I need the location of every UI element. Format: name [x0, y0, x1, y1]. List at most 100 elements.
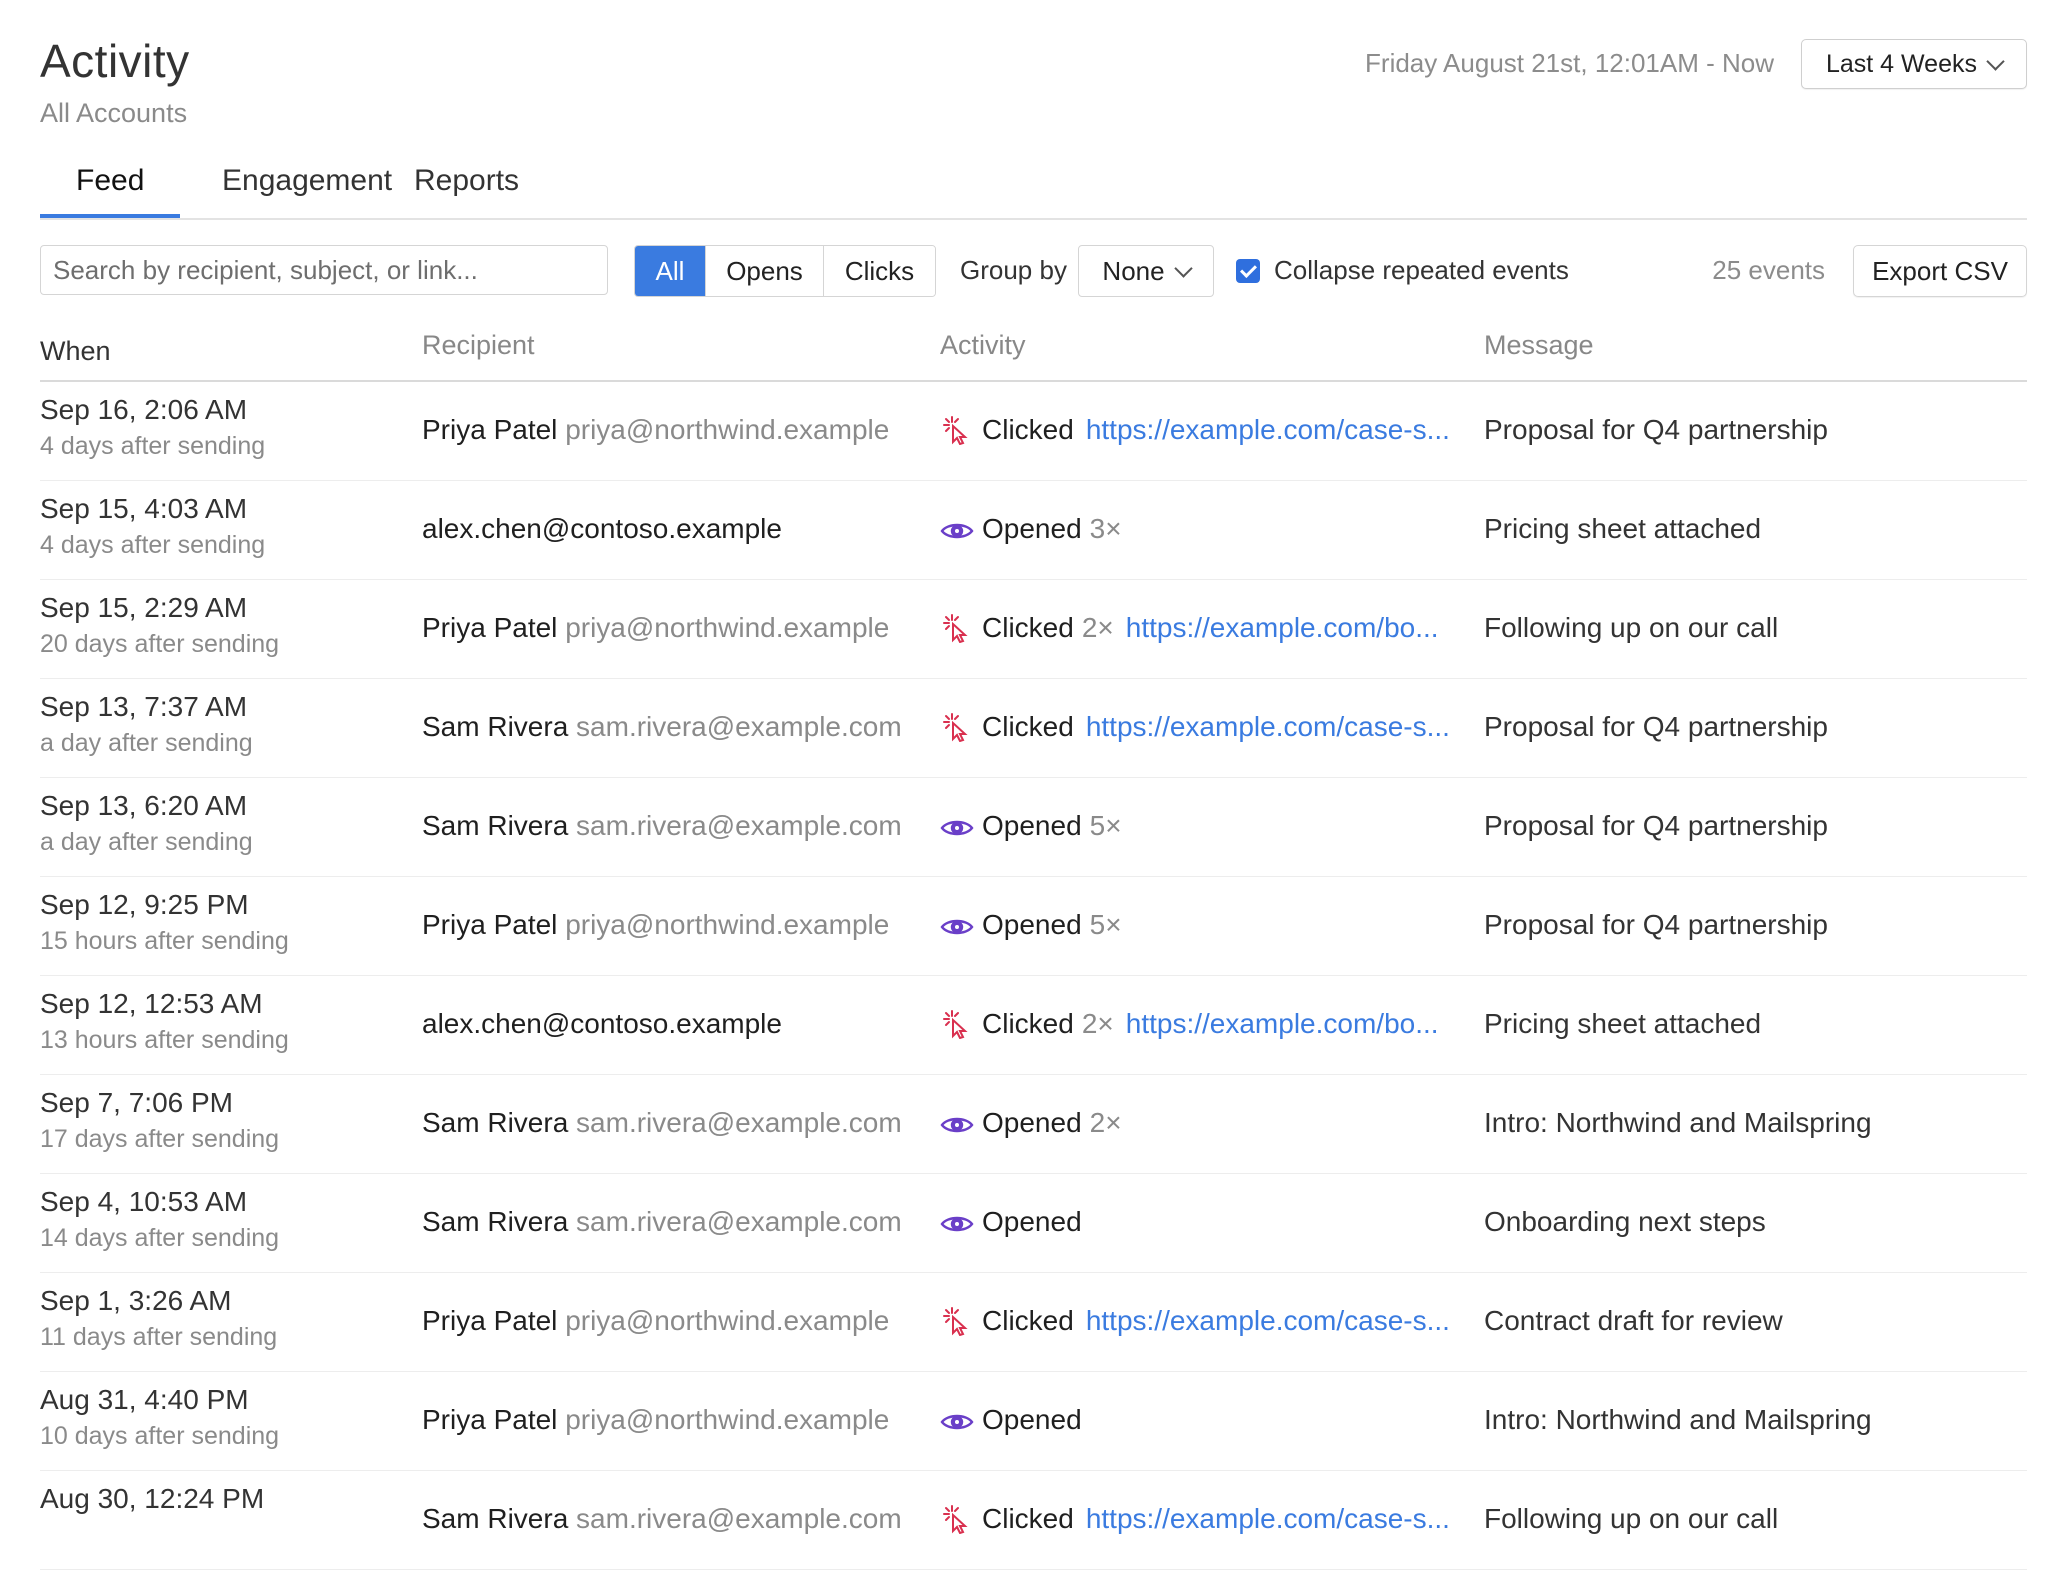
row-when: Aug 30, 12:24 PM — [40, 1483, 265, 1514]
row-time-after-sending: a day after sending — [40, 828, 253, 856]
row-message-subject[interactable]: Proposal for Q4 partnership — [1484, 414, 1828, 446]
table-header: When Recipient Activity Message — [40, 320, 2027, 382]
search-input[interactable] — [40, 245, 608, 295]
row-activity: Clicked https://example.com/case-s... — [940, 1305, 1450, 1337]
recipient-name: Priya Patel — [422, 1404, 558, 1435]
recipient-email: priya@northwind.example — [565, 612, 890, 643]
row-message-subject[interactable]: Pricing sheet attached — [1484, 1008, 1761, 1040]
row-message-subject[interactable]: Proposal for Q4 partnership — [1484, 810, 1828, 842]
row-message-subject[interactable]: Following up on our call — [1484, 612, 1778, 644]
row-activity: Clicked https://example.com/case-s... — [940, 414, 1450, 446]
table-row[interactable]: Aug 31, 4:40 PM 10 days after sending Priy… — [40, 1372, 2027, 1471]
filter-clicks-button[interactable]: Clicks — [823, 246, 935, 296]
recipient-name: Priya Patel — [422, 612, 558, 643]
row-recipient: Priya Patel priya@northwind.example — [422, 1305, 889, 1337]
tab-reports[interactable]: Reports — [378, 162, 555, 216]
group-by-label: Group by — [960, 255, 1067, 285]
filter-all-button[interactable]: All — [635, 246, 705, 296]
activity-type: Clicked — [982, 711, 1074, 742]
row-time-after-sending: 4 days after sending — [40, 531, 266, 559]
recipient-email: sam.rivera@example.com — [576, 711, 902, 742]
row-message-subject[interactable]: Proposal for Q4 partnership — [1484, 711, 1828, 743]
row-message-subject[interactable]: Pricing sheet attached — [1484, 513, 1761, 545]
row-message-subject[interactable]: Proposal for Q4 partnership — [1484, 909, 1828, 941]
recipient-email: alex.chen@contoso.example — [422, 1008, 782, 1039]
recipient-name: Sam Rivera — [422, 1107, 569, 1138]
column-header-activity[interactable]: Activity — [940, 330, 1026, 361]
date-range-dropdown-label: Last 4 Weeks — [1825, 49, 1977, 78]
activity-count: 5× — [1089, 810, 1122, 841]
column-header-when[interactable]: When — [40, 336, 111, 367]
row-message-subject[interactable]: Contract draft for review — [1484, 1305, 1783, 1337]
collapse-repeated-checkbox[interactable] — [1236, 259, 1260, 283]
row-when: Sep 15, 4:03 AM — [40, 493, 248, 524]
activity-count: 5× — [1089, 909, 1122, 940]
cursor-click-icon — [940, 613, 974, 644]
recipient-email: priya@northwind.example — [565, 1404, 890, 1435]
table-row[interactable]: Sep 7, 7:06 PM 17 days after sending Sam R… — [40, 1075, 2027, 1174]
activity-type: Opened — [982, 810, 1082, 841]
row-time-after-sending: a day after sending — [40, 729, 253, 757]
group-by-select[interactable]: None — [1078, 245, 1214, 297]
row-recipient: Priya Patel priya@northwind.example — [422, 909, 889, 941]
clicked-link[interactable]: https://example.com/case-s... — [1086, 711, 1450, 743]
recipient-name: Priya Patel — [422, 1305, 558, 1336]
event-count: 25 events — [1712, 255, 1825, 285]
table-row[interactable]: Sep 1, 3:26 AM 11 days after sending Priya… — [40, 1273, 2027, 1372]
row-message-subject[interactable]: Onboarding next steps — [1484, 1206, 1766, 1238]
recipient-email: sam.rivera@example.com — [576, 810, 902, 841]
row-when: Sep 15, 2:29 AM — [40, 592, 248, 623]
page-title: Activity — [40, 35, 190, 87]
filter-segmented-control: All Opens Clicks — [634, 245, 936, 297]
activity-count: 2× — [1081, 612, 1114, 643]
row-when: Sep 16, 2:06 AM — [40, 394, 248, 425]
activity-type: Opened — [982, 909, 1082, 940]
table-row[interactable]: Sep 13, 7:37 AM a day after sending Sam Ri… — [40, 679, 2027, 778]
recipient-name: Sam Rivera — [422, 711, 569, 742]
eye-icon — [940, 514, 974, 544]
row-time-after-sending: 14 days after sending — [40, 1224, 280, 1252]
clicked-link[interactable]: https://example.com/bo... — [1126, 1008, 1439, 1040]
clicked-link[interactable]: https://example.com/bo... — [1126, 612, 1439, 644]
recipient-name: Priya Patel — [422, 909, 558, 940]
table-row[interactable]: Sep 15, 4:03 AM 4 days after sending alex.… — [40, 481, 2027, 580]
row-activity: Clicked https://example.com/case-s... — [940, 711, 1450, 743]
table-row[interactable]: Sep 15, 2:29 AM 20 days after sending Priy… — [40, 580, 2027, 679]
table-row[interactable]: Sep 16, 2:06 AM 4 days after sending Priya… — [40, 382, 2027, 481]
table-row[interactable]: Sep 4, 10:53 AM 14 days after sending Sam … — [40, 1174, 2027, 1273]
row-time-after-sending: 15 hours after sending — [40, 927, 289, 955]
table-row[interactable]: Sep 12, 9:25 PM 15 hours after sending Pri… — [40, 877, 2027, 976]
row-activity: Opened 2× — [940, 1107, 1122, 1139]
row-when: Sep 12, 12:53 AM — [40, 988, 263, 1019]
column-header-recipient[interactable]: Recipient — [422, 330, 535, 361]
clicked-link[interactable]: https://example.com/case-s... — [1086, 1305, 1450, 1337]
row-when: Aug 31, 4:40 PM — [40, 1384, 249, 1415]
column-header-message[interactable]: Message — [1484, 330, 1594, 361]
row-message-subject[interactable]: Intro: Northwind and Mailspring — [1484, 1107, 1872, 1139]
table-row[interactable]: Aug 30, 12:24 PM Sam Rivera sam.rivera@ex… — [40, 1471, 2027, 1570]
page-subtitle: All Accounts — [40, 98, 188, 128]
group-by-value: None — [1102, 255, 1165, 286]
table-row[interactable]: Sep 13, 6:20 AM a day after sending Sam Ri… — [40, 778, 2027, 877]
export-csv-button[interactable]: Export CSV — [1853, 245, 2027, 297]
row-activity: Opened 5× — [940, 909, 1122, 941]
activity-type: Clicked — [982, 414, 1074, 445]
recipient-email: priya@northwind.example — [565, 909, 890, 940]
table-row[interactable]: Sep 12, 12:53 AM 13 hours after sending al… — [40, 976, 2027, 1075]
row-when: Sep 7, 7:06 PM — [40, 1087, 234, 1118]
row-recipient: alex.chen@contoso.example — [422, 1008, 782, 1040]
collapse-repeated-label[interactable]: Collapse repeated events — [1274, 255, 1569, 286]
filter-opens-button[interactable]: Opens — [705, 246, 823, 296]
row-time-after-sending: 10 days after sending — [40, 1422, 280, 1450]
cursor-click-icon — [940, 415, 974, 446]
eye-icon — [940, 910, 974, 940]
tab-feed[interactable]: Feed — [40, 162, 181, 218]
row-activity: Opened 3× — [940, 513, 1122, 545]
clicked-link[interactable]: https://example.com/case-s... — [1086, 414, 1450, 446]
row-recipient: Sam Rivera sam.rivera@example.com — [422, 711, 902, 743]
row-message-subject[interactable]: Intro: Northwind and Mailspring — [1484, 1404, 1872, 1436]
row-time-after-sending: 4 days after sending — [40, 432, 266, 460]
row-recipient: alex.chen@contoso.example — [422, 513, 782, 545]
row-activity: Clicked 2× https://example.com/bo... — [940, 1008, 1439, 1040]
date-range-dropdown[interactable]: Last 4 Weeks — [1801, 39, 2027, 89]
